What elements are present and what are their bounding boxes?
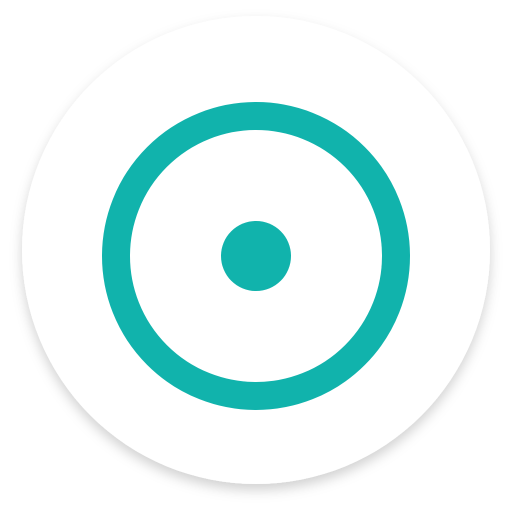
- app-icon: [0, 0, 512, 512]
- target-icon: [22, 16, 490, 484]
- app-icon-canvas: [0, 0, 512, 512]
- target-center-dot: [221, 221, 291, 291]
